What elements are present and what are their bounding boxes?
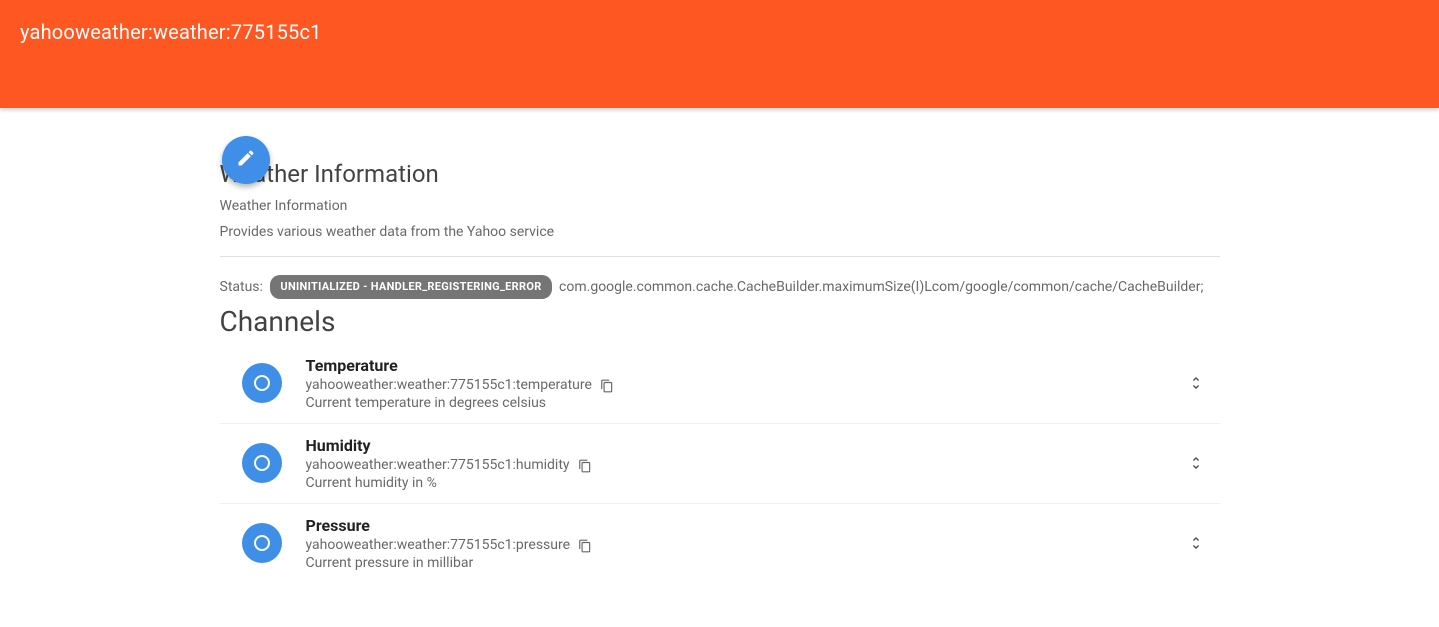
channel-description: Current humidity in %	[306, 475, 1184, 491]
channel-item-humidity[interactable]: Humidity yahooweather:weather:775155c1:h…	[220, 424, 1220, 504]
channel-description: Current temperature in degrees celsius	[306, 395, 1184, 411]
expand-toggle[interactable]	[1184, 455, 1208, 471]
channel-list: Temperature yahooweather:weather:775155c…	[220, 344, 1220, 583]
channel-id: yahooweather:weather:775155c1:temperatur…	[306, 377, 592, 393]
status-badge: UNINITIALIZED - HANDLER_REGISTERING_ERRO…	[270, 275, 551, 299]
copy-icon[interactable]	[600, 378, 614, 392]
main-content: Weather Information Weather Information …	[210, 160, 1230, 583]
unfold-icon	[1188, 455, 1204, 471]
status-label: Status:	[220, 279, 263, 295]
page-title: yahooweather:weather:775155c1	[20, 20, 1419, 44]
channel-name: Pressure	[306, 516, 1184, 535]
circle-icon	[254, 375, 270, 391]
channels-heading: Channels	[220, 305, 1220, 338]
channel-item-pressure[interactable]: Pressure yahooweather:weather:775155c1:p…	[220, 504, 1220, 583]
copy-icon[interactable]	[578, 538, 592, 552]
unfold-icon	[1188, 535, 1204, 551]
expand-toggle[interactable]	[1184, 535, 1208, 551]
thing-subtitle: Weather Information	[220, 198, 1220, 214]
circle-icon	[254, 455, 270, 471]
channel-item-temperature[interactable]: Temperature yahooweather:weather:775155c…	[220, 344, 1220, 424]
pencil-icon	[236, 148, 256, 172]
channel-avatar	[242, 363, 282, 403]
channel-id: yahooweather:weather:775155c1:pressure	[306, 537, 571, 553]
channel-body: Humidity yahooweather:weather:775155c1:h…	[306, 436, 1184, 491]
channel-name: Humidity	[306, 436, 1184, 455]
expand-toggle[interactable]	[1184, 375, 1208, 391]
copy-icon[interactable]	[578, 458, 592, 472]
channel-body: Temperature yahooweather:weather:775155c…	[306, 356, 1184, 411]
circle-icon	[254, 535, 270, 551]
channel-id: yahooweather:weather:775155c1:humidity	[306, 457, 570, 473]
channel-avatar	[242, 523, 282, 563]
thing-title: Weather Information	[220, 160, 1220, 188]
channel-description: Current pressure in millibar	[306, 555, 1184, 571]
unfold-icon	[1188, 375, 1204, 391]
status-line: Status: UNINITIALIZED - HANDLER_REGISTER…	[220, 275, 1220, 299]
app-header: yahooweather:weather:775155c1	[0, 0, 1439, 108]
status-message: com.google.common.cache.CacheBuilder.max…	[559, 279, 1203, 295]
channel-body: Pressure yahooweather:weather:775155c1:p…	[306, 516, 1184, 571]
channel-name: Temperature	[306, 356, 1184, 375]
divider	[220, 256, 1220, 257]
edit-fab-button[interactable]	[222, 136, 270, 184]
channel-avatar	[242, 443, 282, 483]
thing-description: Provides various weather data from the Y…	[220, 224, 1220, 240]
